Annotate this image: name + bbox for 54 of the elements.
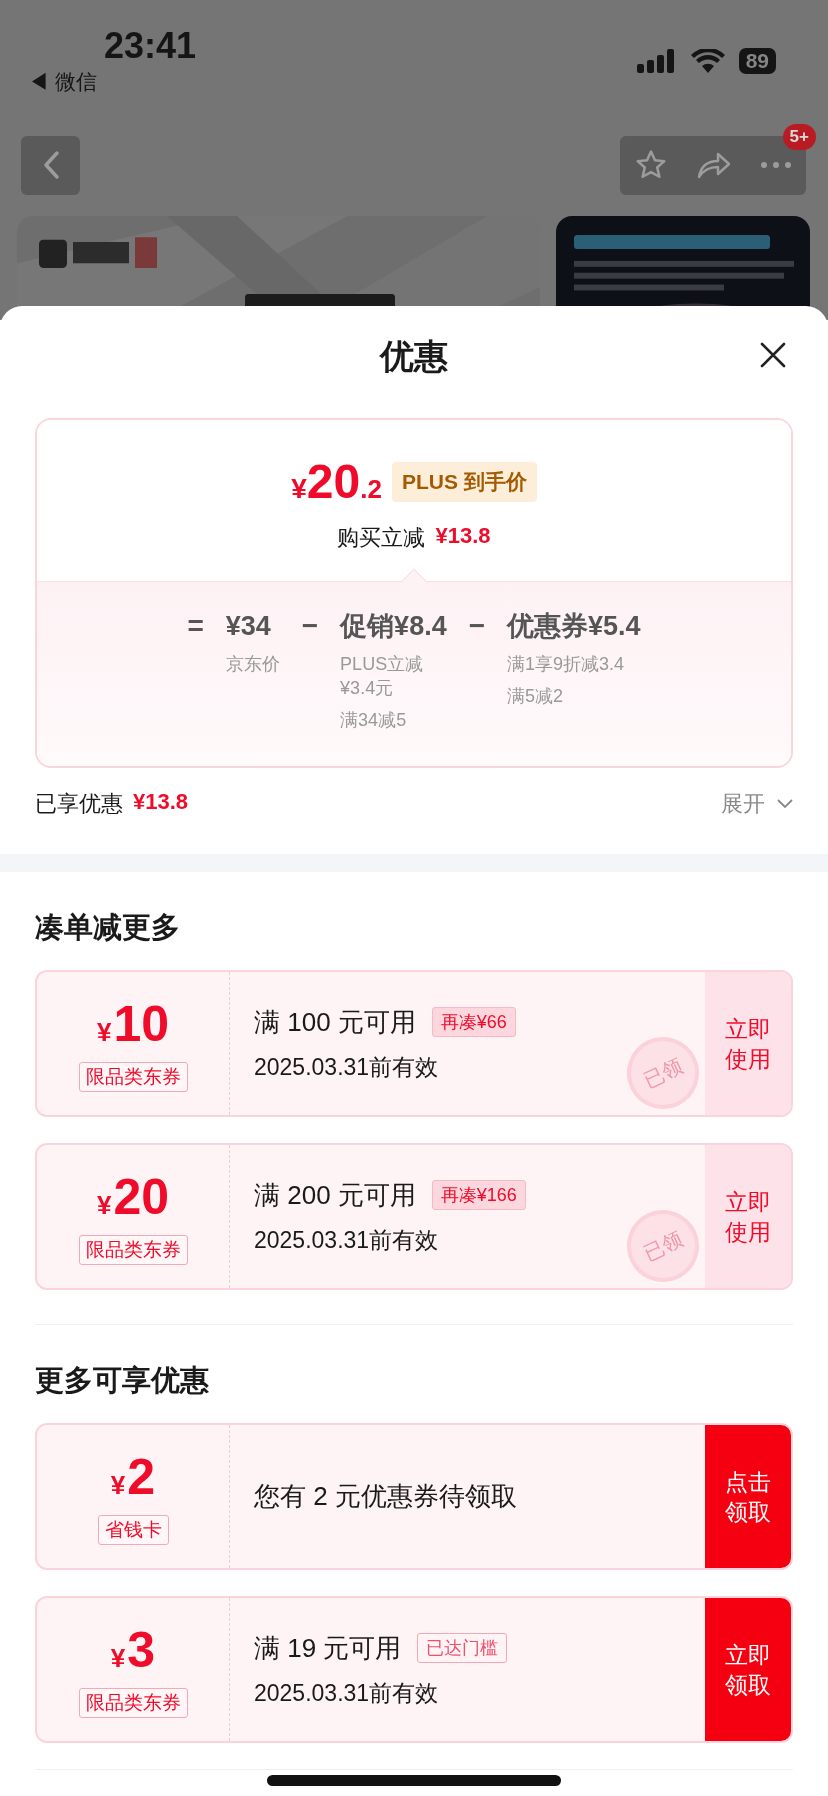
breakdown-note: 京东价: [225, 653, 280, 676]
coupon-condition: 满 100 元可用: [254, 1005, 416, 1039]
plus-price-tag: PLUS 到手价: [391, 461, 537, 502]
breakdown-amount: 促销¥8.4: [340, 610, 447, 643]
coupon-type-tag: 限品类东券: [78, 1234, 188, 1265]
saving-label: 购买立减: [337, 524, 426, 552]
share-icon[interactable]: [696, 150, 732, 180]
coupon-action-button[interactable]: 立即使用: [705, 1145, 791, 1288]
coupon-type-tag: 限品类东券: [78, 1061, 188, 1092]
expand-toggle[interactable]: 展开: [721, 789, 793, 819]
more-icon[interactable]: [760, 161, 792, 169]
status-time: 23:41: [104, 26, 197, 66]
coupon-tag: 再凑¥66: [431, 1007, 516, 1037]
coupon-tag: 已达门槛: [417, 1633, 508, 1663]
breakdown-note: 满1享9折减3.4: [507, 653, 626, 676]
coupon-tag: 再凑¥166: [431, 1180, 526, 1210]
sheet-title: 优惠: [380, 336, 448, 377]
wifi-icon: [690, 49, 725, 73]
coupon-validity: 2025.03.31前有效: [254, 1225, 439, 1255]
operator-sign: −: [301, 609, 319, 643]
coupon-action-button[interactable]: 立即使用: [705, 972, 791, 1115]
notification-badge: 5+: [782, 123, 816, 150]
operator-sign: =: [187, 609, 204, 643]
coupon-condition: 满 200 元可用: [254, 1178, 416, 1212]
section-title: 凑单减更多: [35, 910, 181, 945]
breakdown-note: 满5减2: [507, 685, 565, 708]
coupon-amount: ¥2: [110, 1448, 156, 1507]
section-title: 更多可享优惠: [35, 1363, 210, 1398]
final-price: ¥20.2: [291, 454, 382, 509]
summary-label: 已享优惠: [35, 790, 123, 818]
chevron-left-icon: [41, 150, 60, 180]
coupon-validity: 2025.03.31前有效: [254, 1052, 439, 1082]
coupon-condition: 您有 2 元优惠券待领取: [254, 1480, 517, 1513]
coupon-amount: ¥10: [96, 995, 170, 1054]
coupon-amount: ¥3: [110, 1621, 156, 1680]
breakdown-amount: 优惠券¥5.4: [507, 610, 641, 643]
coupon-condition: 满 19 元可用: [254, 1631, 402, 1665]
breakdown-note: PLUS立减¥3.4元: [340, 653, 425, 700]
close-icon[interactable]: [760, 342, 786, 368]
battery-indicator: 89: [738, 48, 776, 74]
coupon-action-button[interactable]: 点击领取: [705, 1425, 791, 1568]
saving-amount: ¥13.8: [435, 523, 491, 550]
coupon-type-tag: 省钱卡: [97, 1514, 169, 1545]
back-button[interactable]: [21, 135, 80, 195]
coupon-amount: ¥20: [96, 1168, 170, 1227]
breakdown-amount: ¥34: [225, 610, 272, 643]
breakdown-note: 满34减5: [340, 709, 408, 732]
signal-icon: [636, 49, 677, 73]
back-to-app-link[interactable]: ◀ 微信: [28, 68, 197, 96]
coupon-validity: 2025.03.31前有效: [254, 1678, 439, 1708]
coupon-type-tag: 限品类东券: [78, 1687, 188, 1718]
summary-amount: ¥13.8: [133, 789, 189, 816]
coupon-action-button[interactable]: 立即领取: [705, 1598, 791, 1741]
operator-sign: −: [468, 609, 486, 643]
